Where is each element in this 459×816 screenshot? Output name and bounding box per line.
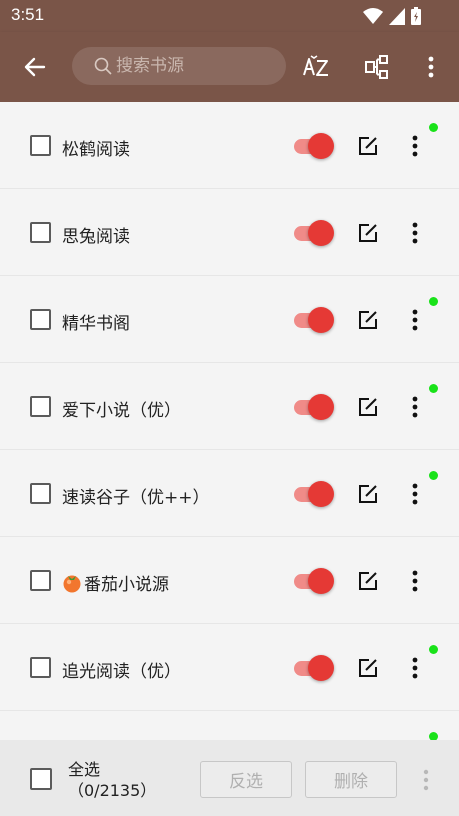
list-item[interactable]: 番茄小说源 <box>0 537 459 624</box>
edit-icon[interactable] <box>357 309 379 331</box>
enable-switch[interactable] <box>294 654 334 682</box>
toolbar <box>0 32 459 102</box>
list-item-partial[interactable] <box>0 711 459 740</box>
item-more-button[interactable] <box>405 221 425 245</box>
item-checkbox[interactable] <box>30 309 51 330</box>
status-dot <box>429 471 438 480</box>
back-button[interactable] <box>20 52 50 82</box>
delete-button[interactable]: 删除 <box>305 761 397 798</box>
overflow-menu-button[interactable] <box>414 50 448 84</box>
edit-icon[interactable] <box>357 570 379 592</box>
search-input[interactable] <box>116 56 276 76</box>
item-more-button[interactable] <box>405 569 425 593</box>
item-more-button[interactable] <box>405 656 425 680</box>
invert-selection-button[interactable]: 反选 <box>200 761 292 798</box>
select-all-label[interactable]: 全选 <box>68 760 100 780</box>
item-checkbox[interactable] <box>30 222 51 243</box>
status-dot <box>429 645 438 654</box>
list-item[interactable]: 速读谷子（优++） <box>0 450 459 537</box>
item-checkbox[interactable] <box>30 570 51 591</box>
source-name: 速读谷子（优++） <box>62 488 210 508</box>
status-dot <box>429 732 438 740</box>
source-list: 松鹤阅读 思兔阅读 精华书阁 爱下小说（优） 速读谷子（优++） 番茄小说源 追… <box>0 102 459 740</box>
item-checkbox[interactable] <box>30 396 51 417</box>
list-item[interactable]: 松鹤阅读 <box>0 102 459 189</box>
item-checkbox[interactable] <box>30 135 51 156</box>
source-name: 番茄小说源 <box>84 575 169 595</box>
list-item[interactable]: 精华书阁 <box>0 276 459 363</box>
status-time: 3:51 <box>11 5 45 24</box>
source-name: 精华书阁 <box>62 314 130 334</box>
select-all-checkbox[interactable] <box>30 768 52 790</box>
wifi-icon <box>363 8 383 24</box>
enable-switch[interactable] <box>294 219 334 247</box>
enable-switch[interactable] <box>294 567 334 595</box>
battery-icon <box>411 7 421 25</box>
status-dot <box>429 123 438 132</box>
list-item[interactable]: 思兔阅读 <box>0 189 459 276</box>
enable-switch[interactable] <box>294 306 334 334</box>
selection-count: （0/2135） <box>68 781 157 800</box>
bottom-action-bar: 全选 （0/2135） 反选 删除 <box>0 740 459 816</box>
enable-switch[interactable] <box>294 132 334 160</box>
enable-switch[interactable] <box>294 393 334 421</box>
more-vert-icon <box>412 570 418 592</box>
more-vert-icon <box>412 396 418 418</box>
item-more-button[interactable] <box>405 134 425 158</box>
item-more-button[interactable] <box>405 395 425 419</box>
group-icon <box>365 55 388 79</box>
search-icon <box>94 57 112 75</box>
edit-icon[interactable] <box>357 396 379 418</box>
status-dot <box>429 384 438 393</box>
more-vert-icon <box>412 309 418 331</box>
sort-az-icon <box>303 55 328 76</box>
list-item[interactable]: 爱下小说（优） <box>0 363 459 450</box>
edit-icon[interactable] <box>357 483 379 505</box>
more-vert-icon <box>412 483 418 505</box>
edit-icon[interactable] <box>357 657 379 679</box>
item-more-button[interactable] <box>405 482 425 506</box>
enable-switch[interactable] <box>294 480 334 508</box>
status-dot <box>429 297 438 306</box>
group-button[interactable] <box>360 50 394 84</box>
more-vert-icon <box>423 769 429 791</box>
edit-icon[interactable] <box>357 135 379 157</box>
source-label: 番茄小说源 <box>62 570 169 595</box>
edit-icon[interactable] <box>357 222 379 244</box>
source-name: 追光阅读（优） <box>62 662 181 682</box>
more-vert-icon <box>412 657 418 679</box>
arrow-back-icon <box>24 57 46 77</box>
item-more-button[interactable] <box>405 308 425 332</box>
source-name: 思兔阅读 <box>62 227 130 247</box>
source-name: 松鹤阅读 <box>62 140 130 160</box>
status-icons <box>363 6 421 26</box>
item-checkbox[interactable] <box>30 483 51 504</box>
more-vert-icon <box>412 135 418 157</box>
tomato-icon <box>63 575 81 592</box>
bottom-more-button[interactable] <box>418 766 434 794</box>
source-name: 爱下小说（优） <box>62 401 181 421</box>
sort-button[interactable] <box>299 50 333 84</box>
status-bar: 3:51 <box>0 0 459 32</box>
more-vert-icon <box>428 56 434 78</box>
list-item[interactable]: 追光阅读（优） <box>0 624 459 711</box>
item-checkbox[interactable] <box>30 657 51 678</box>
signal-icon <box>389 7 405 25</box>
search-box[interactable] <box>72 47 286 85</box>
more-vert-icon <box>412 222 418 244</box>
